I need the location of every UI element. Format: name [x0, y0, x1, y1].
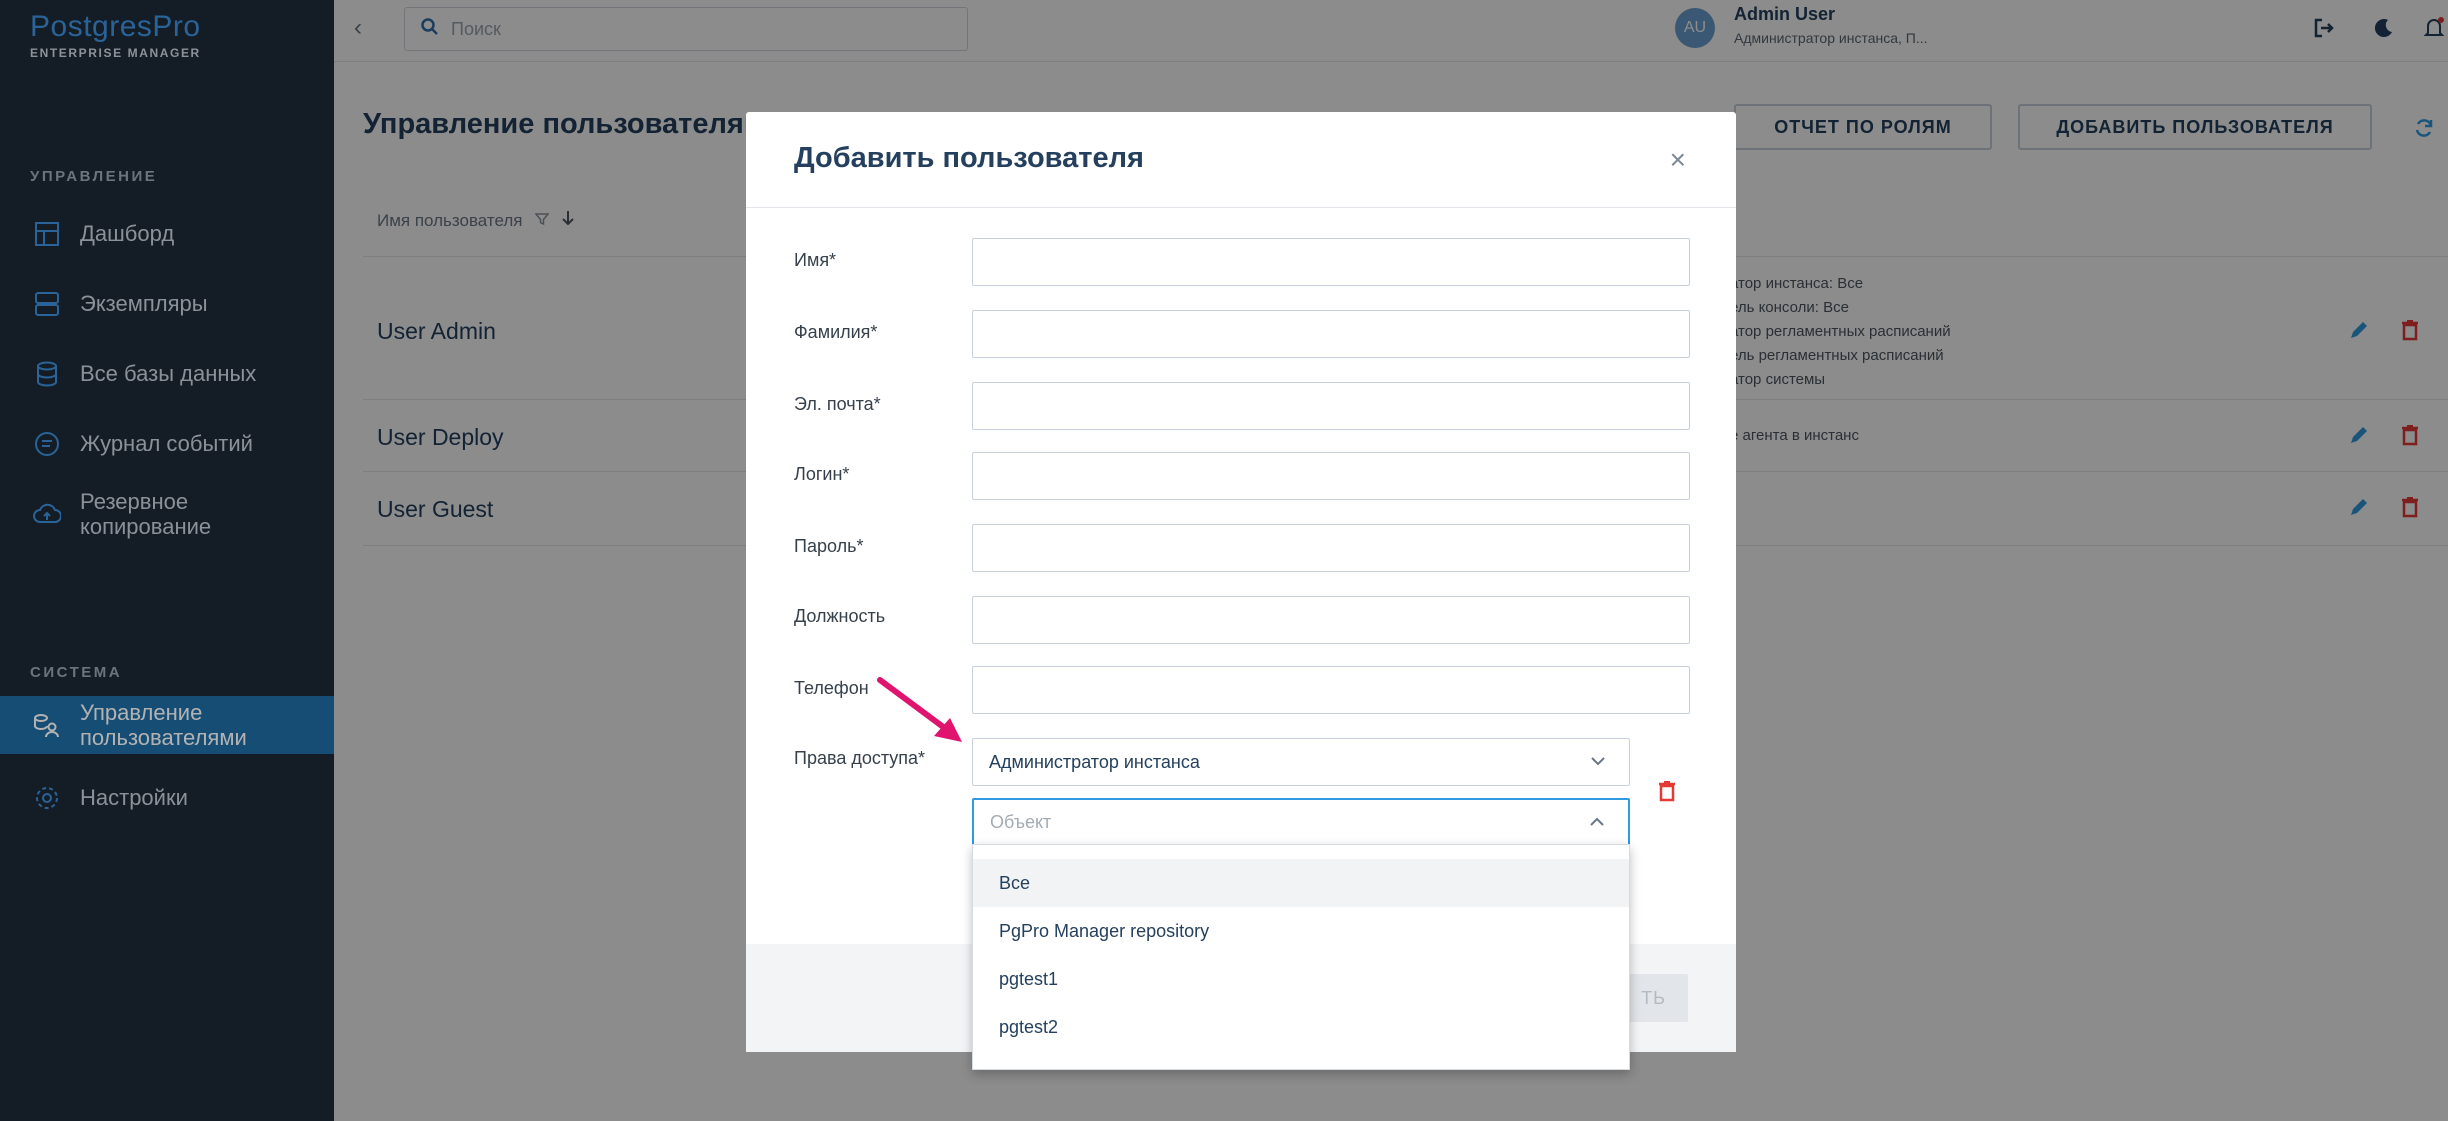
password-label: Пароль*: [794, 536, 864, 556]
access-role-select[interactable]: Администратор инстанса: [972, 738, 1630, 786]
password-field[interactable]: [972, 524, 1690, 572]
email-label: Эл. почта*: [794, 394, 881, 414]
phone-field[interactable]: [972, 666, 1690, 714]
modal-backdrop-left: [0, 0, 334, 1121]
access-rights-label: Права доступа*: [794, 748, 926, 768]
first-name-field[interactable]: [972, 238, 1690, 286]
last-name-label: Фамилия*: [794, 322, 878, 342]
phone-label: Телефон: [794, 678, 869, 698]
first-name-label: Имя*: [794, 250, 837, 270]
dropdown-option[interactable]: pgtest2: [973, 1003, 1629, 1051]
last-name-field[interactable]: [972, 310, 1690, 358]
modal-header: Добавить пользователя ×: [746, 112, 1736, 208]
position-label: Должность: [794, 606, 886, 626]
dropdown-option[interactable]: Все: [973, 859, 1629, 907]
position-field[interactable]: [972, 596, 1690, 644]
dropdown-option[interactable]: pgtest1: [973, 955, 1629, 1003]
login-label: Логин*: [794, 464, 850, 484]
dropdown-option[interactable]: PgPro Manager repository: [973, 907, 1629, 955]
annotation-arrow-icon: [876, 676, 966, 751]
object-select[interactable]: Объект: [972, 798, 1630, 846]
chevron-up-icon: [1588, 813, 1606, 836]
object-dropdown-list: Все PgPro Manager repository pgtest1 pgt…: [972, 844, 1630, 1070]
email-field[interactable]: [972, 382, 1690, 430]
access-role-value: Администратор инстанса: [989, 751, 1200, 772]
delete-access-trash-icon[interactable]: [1658, 780, 1676, 807]
chevron-down-icon: [1589, 752, 1607, 775]
login-field[interactable]: [972, 452, 1690, 500]
modal-title: Добавить пользователя: [794, 142, 1144, 174]
object-placeholder: Объект: [990, 811, 1052, 832]
close-icon[interactable]: ×: [1670, 144, 1686, 176]
